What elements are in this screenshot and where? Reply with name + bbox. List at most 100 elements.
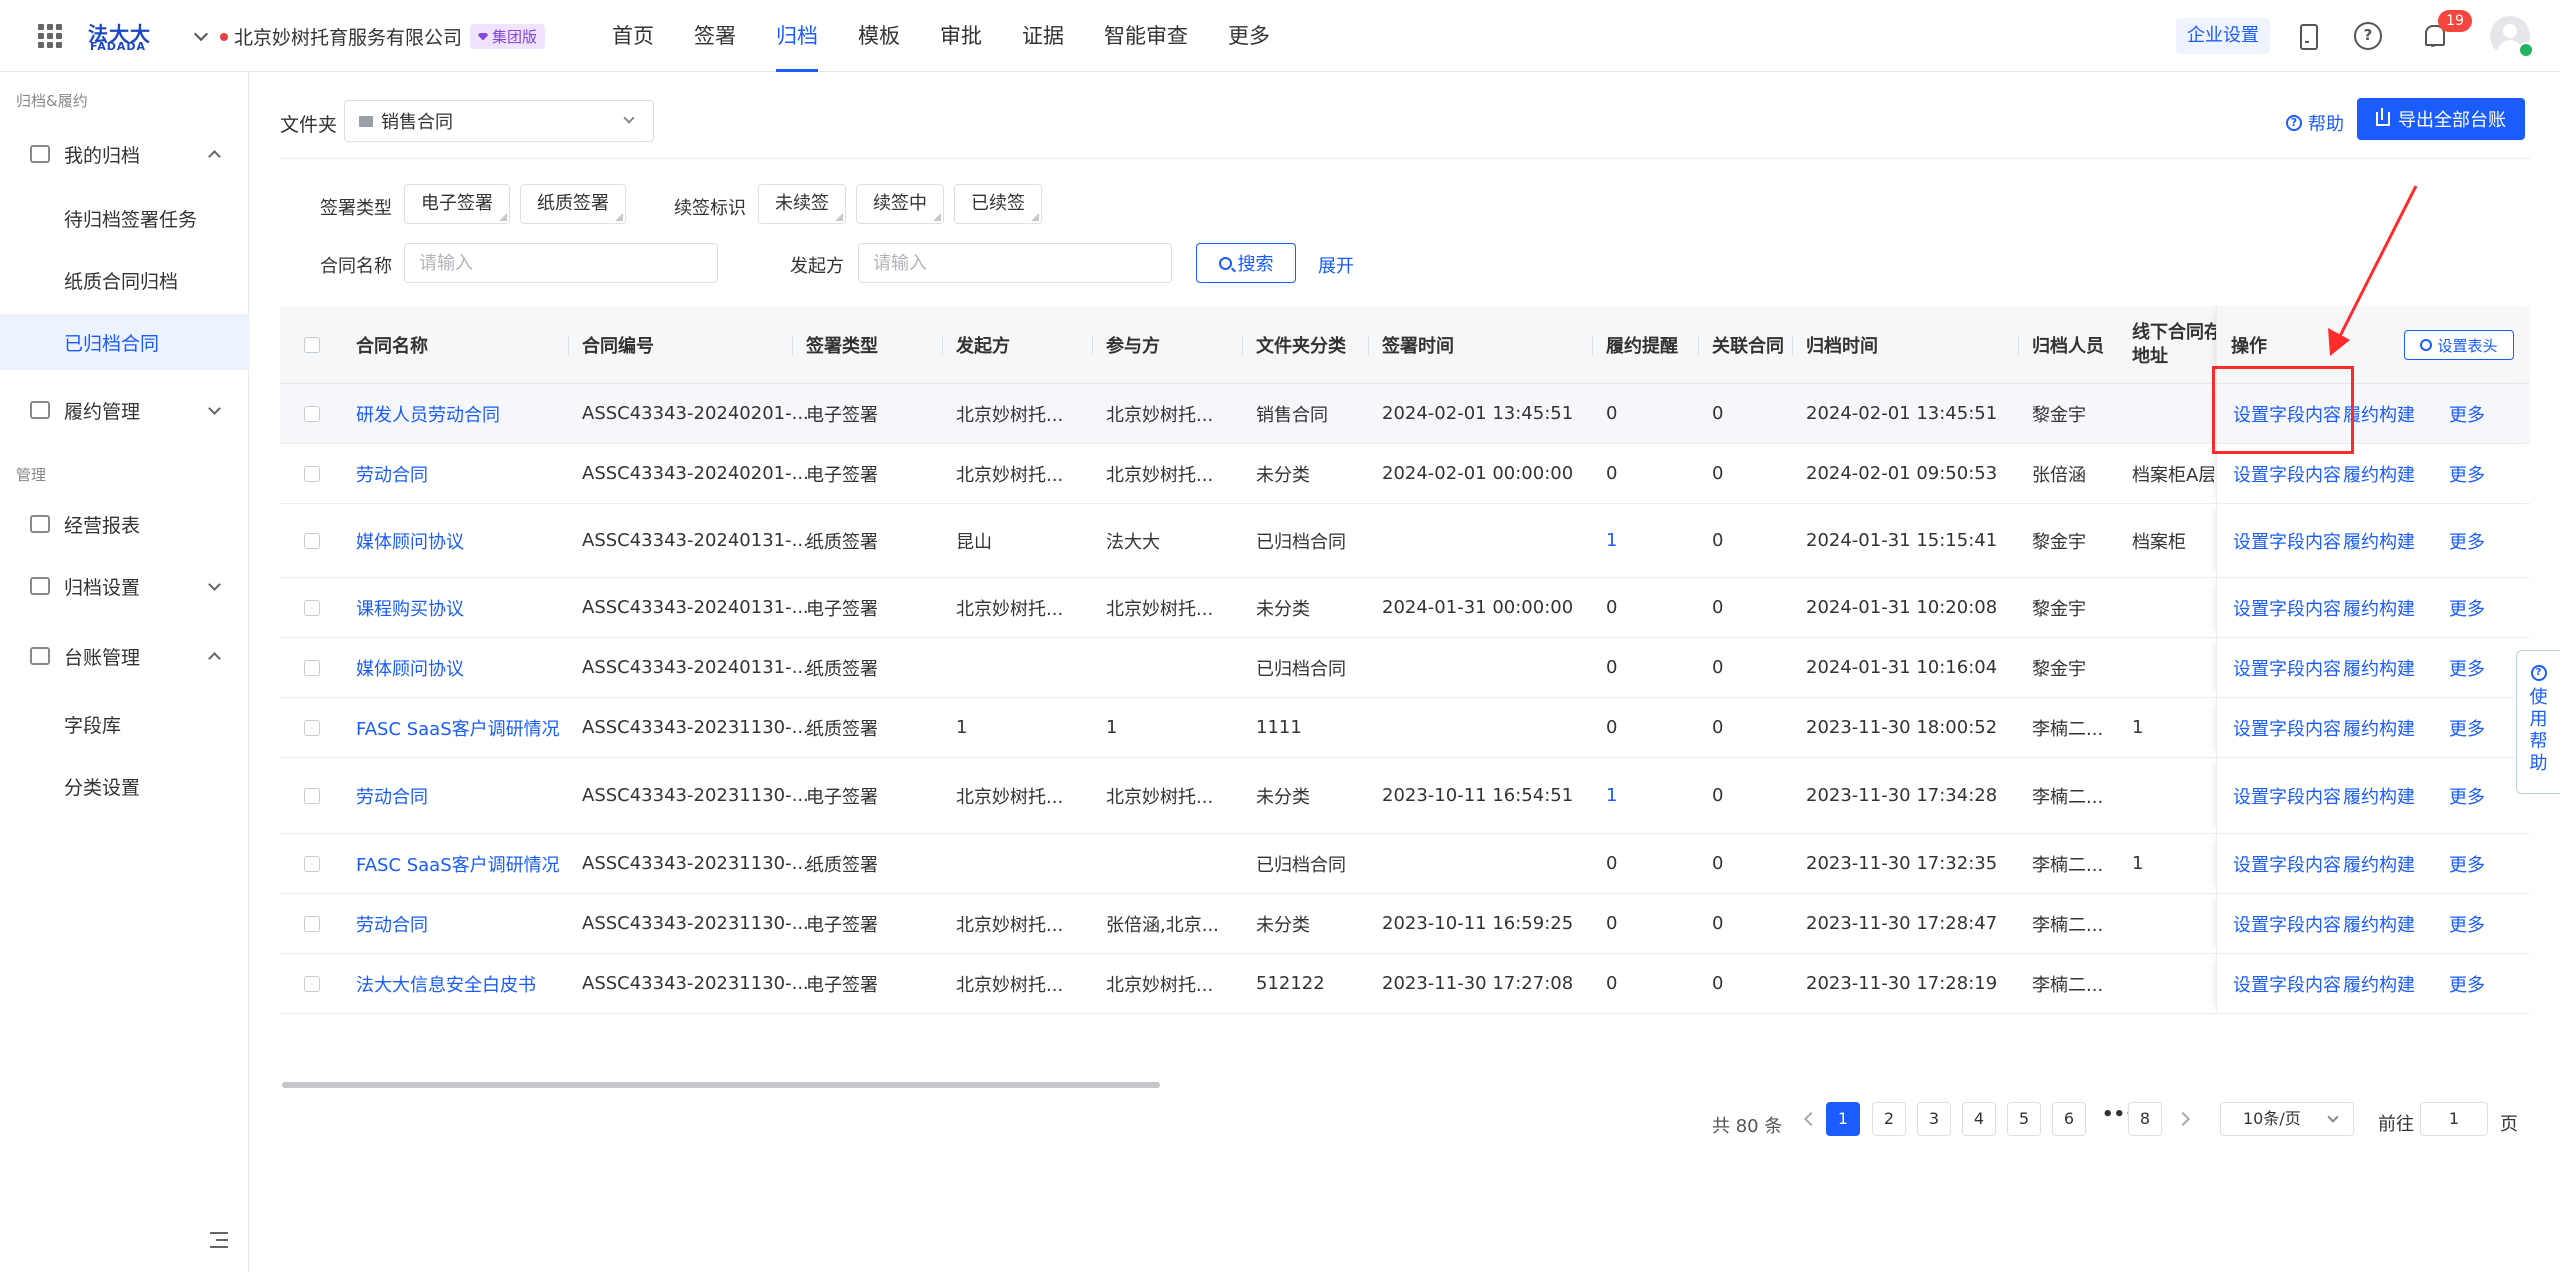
row-checkbox[interactable] [304, 720, 320, 736]
more-link[interactable]: 更多 [2449, 578, 2485, 637]
help-circle-icon[interactable] [2354, 22, 2382, 50]
table-row[interactable]: 劳动合同 ASSC43343-20231130-... 电子签署 北京妙树托... 张倍… [280, 894, 2530, 954]
contract-name-link[interactable]: 劳动合同 [356, 758, 428, 833]
contract-name-link[interactable]: 劳动合同 [356, 444, 428, 503]
sidebar-item-reports[interactable]: 经营报表 [0, 496, 249, 552]
more-link[interactable]: 更多 [2449, 954, 2485, 1013]
page-button-1[interactable]: 1 [1826, 1102, 1860, 1136]
filter-tag-renewed[interactable]: 已续签 [954, 184, 1042, 224]
contract-name-link[interactable]: FASC SaaS客户调研情况 [356, 834, 560, 893]
sidebar-item-archive-settings[interactable]: 归档设置 [0, 558, 249, 614]
fulfillment-build-link[interactable]: 履约构建 [2343, 698, 2415, 757]
horizontal-scrollbar[interactable] [280, 1082, 2530, 1090]
table-row[interactable]: 课程购买协议 ASSC43343-20240131-... 电子签署 北京妙树托...… [280, 578, 2530, 638]
expand-filters-link[interactable]: 展开 [1318, 252, 1354, 278]
page-button-5[interactable]: 5 [2007, 1102, 2041, 1136]
sidebar-item-ledger[interactable]: 台账管理 [0, 628, 249, 684]
row-checkbox[interactable] [304, 976, 320, 992]
more-link[interactable]: 更多 [2449, 638, 2485, 697]
page-button-4[interactable]: 4 [1962, 1102, 1996, 1136]
nav-template[interactable]: 模板 [858, 0, 900, 72]
table-row[interactable]: 媒体顾问协议 ASSC43343-20240131-... 纸质签署 已归档合同 0 0 2… [280, 638, 2530, 698]
nav-smart-review[interactable]: 智能审查 [1104, 0, 1188, 72]
contract-name-link[interactable]: 课程购买协议 [356, 578, 464, 637]
mobile-icon[interactable] [2293, 22, 2321, 50]
row-checkbox[interactable] [304, 466, 320, 482]
sidebar-item-field-library[interactable]: 字段库 [0, 696, 249, 752]
company-switcher[interactable]: 北京妙树托育服务有限公司 集团版 [193, 23, 546, 50]
contract-name-link[interactable]: FASC SaaS客户调研情况 [356, 698, 560, 757]
goto-page-input[interactable]: 1 [2420, 1102, 2488, 1136]
page-button-last[interactable]: 8 [2128, 1102, 2162, 1136]
set-fields-link[interactable]: 设置字段内容 [2233, 758, 2341, 833]
nav-evidence[interactable]: 证据 [1022, 0, 1064, 72]
set-fields-link[interactable]: 设置字段内容 [2233, 698, 2341, 757]
set-fields-link[interactable]: 设置字段内容 [2233, 638, 2341, 697]
table-row[interactable]: 劳动合同 ASSC43343-20231130-... 电子签署 北京妙树托... 北京… [280, 758, 2530, 834]
table-row[interactable]: FASC SaaS客户调研情况 ASSC43343-20231130-... 纸质签… [280, 834, 2530, 894]
row-checkbox[interactable] [304, 916, 320, 932]
table-row[interactable]: FASC SaaS客户调研情况 ASSC43343-20231130-... 纸质签… [280, 698, 2530, 758]
set-fields-link[interactable]: 设置字段内容 [2233, 504, 2341, 577]
help-link[interactable]: ? 帮助 [2286, 110, 2344, 136]
page-button-2[interactable]: 2 [1872, 1102, 1906, 1136]
nav-archive[interactable]: 归档 [776, 0, 818, 72]
scrollbar-thumb[interactable] [282, 1082, 1160, 1088]
filter-tag-renewing[interactable]: 续签中 [856, 184, 944, 224]
sidebar-item-pending-tasks[interactable]: 待归档签署任务 [0, 190, 249, 246]
fulfillment-build-link[interactable]: 履约构建 [2343, 834, 2415, 893]
more-link[interactable]: 更多 [2449, 758, 2485, 833]
row-checkbox[interactable] [304, 533, 320, 549]
sidebar-item-fulfillment[interactable]: 履约管理 [0, 382, 249, 438]
page-button-6[interactable]: 6 [2052, 1102, 2086, 1136]
next-page-icon[interactable] [2175, 1111, 2191, 1127]
contract-name-link[interactable]: 法大大信息安全白皮书 [356, 954, 536, 1013]
initiator-input[interactable] [858, 243, 1172, 283]
sidebar-item-category-settings[interactable]: 分类设置 [0, 758, 249, 814]
fulfillment-build-link[interactable]: 履约构建 [2343, 954, 2415, 1013]
more-link[interactable]: 更多 [2449, 444, 2485, 503]
set-fields-link[interactable]: 设置字段内容 [2233, 578, 2341, 637]
prev-page-icon[interactable] [1803, 1111, 1819, 1127]
fulfillment-build-link[interactable]: 履约构建 [2343, 638, 2415, 697]
contract-name-link[interactable]: 研发人员劳动合同 [356, 384, 500, 443]
more-link[interactable]: 更多 [2449, 384, 2485, 443]
row-checkbox[interactable] [304, 660, 320, 676]
more-link[interactable]: 更多 [2449, 894, 2485, 953]
fulfillment-build-link[interactable]: 履约构建 [2343, 504, 2415, 577]
table-row[interactable]: 媒体顾问协议 ASSC43343-20240131-... 纸质签署 昆山 法大大 已归档… [280, 504, 2530, 578]
row-checkbox[interactable] [304, 788, 320, 804]
nav-more[interactable]: 更多 [1228, 0, 1270, 72]
row-checkbox[interactable] [304, 406, 320, 422]
row-checkbox[interactable] [304, 600, 320, 616]
filter-tag-electronic[interactable]: 电子签署 [404, 184, 510, 224]
page-size-select[interactable]: 10条/页 [2220, 1102, 2354, 1136]
set-fields-link[interactable]: 设置字段内容 [2233, 894, 2341, 953]
fulfillment-build-link[interactable]: 履约构建 [2343, 894, 2415, 953]
set-fields-link[interactable]: 设置字段内容 [2233, 834, 2341, 893]
fulfillment-build-link[interactable]: 履约构建 [2343, 578, 2415, 637]
filter-tag-not-renewed[interactable]: 未续签 [758, 184, 846, 224]
apps-grid-icon[interactable] [38, 24, 62, 48]
export-all-ledger-button[interactable]: 导出全部台账 [2357, 98, 2525, 140]
search-button[interactable]: 搜索 [1196, 243, 1296, 283]
logo[interactable]: 法大大 FADADA [88, 18, 152, 54]
fulfillment-build-link[interactable]: 履约构建 [2343, 758, 2415, 833]
contract-name-link[interactable]: 劳动合同 [356, 894, 428, 953]
nav-sign[interactable]: 签署 [694, 0, 736, 72]
collapse-sidebar-icon[interactable] [210, 1232, 228, 1248]
page-button-3[interactable]: 3 [1917, 1102, 1951, 1136]
row-checkbox[interactable] [304, 856, 320, 872]
more-link[interactable]: 更多 [2449, 834, 2485, 893]
sidebar-item-archived-contracts[interactable]: 已归档合同 [0, 314, 249, 370]
sidebar-item-paper-archive[interactable]: 纸质合同归档 [0, 252, 249, 308]
select-all-checkbox[interactable] [304, 337, 320, 353]
more-link[interactable]: 更多 [2449, 504, 2485, 577]
usage-help-tab[interactable]: ? 使 用 帮 助 [2516, 650, 2560, 794]
folder-select[interactable]: 销售合同 [344, 100, 654, 142]
nav-home[interactable]: 首页 [612, 0, 654, 72]
set-fields-link[interactable]: 设置字段内容 [2233, 954, 2341, 1013]
contract-name-link[interactable]: 媒体顾问协议 [356, 638, 464, 697]
sidebar-item-my-archive[interactable]: 我的归档 [0, 126, 249, 182]
table-row[interactable]: 法大大信息安全白皮书 ASSC43343-20231130-... 电子签署 北京妙树… [280, 954, 2530, 1014]
